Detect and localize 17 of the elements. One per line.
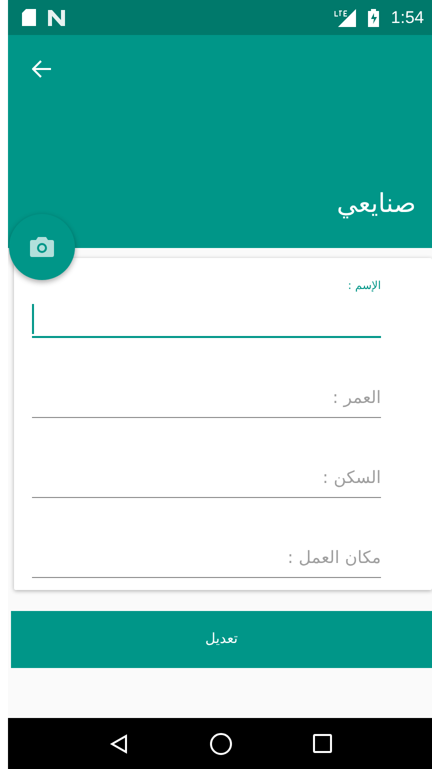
app-title: صنايعي (336, 188, 416, 221)
floating-label: الإسم : (348, 278, 381, 294)
clock-time: 1:54 (390, 6, 424, 29)
battery-charging-icon (368, 8, 379, 26)
lte-signal-icon (334, 8, 356, 26)
edit-button[interactable]: تعديل (11, 611, 432, 668)
n-logo-icon (48, 10, 65, 26)
home-nav-icon[interactable] (210, 732, 232, 754)
input-field[interactable]: الإسم : (32, 278, 381, 338)
camera-icon (30, 237, 54, 257)
back-nav-icon[interactable] (108, 734, 128, 754)
back-arrow-icon (32, 60, 52, 78)
sd-card-icon (22, 9, 36, 26)
input-field[interactable]: السكن : (32, 458, 381, 498)
input-field[interactable]: مكان العمل : (32, 538, 381, 578)
recents-nav-icon[interactable] (312, 734, 332, 753)
input-field[interactable]: العمر : (32, 378, 381, 418)
